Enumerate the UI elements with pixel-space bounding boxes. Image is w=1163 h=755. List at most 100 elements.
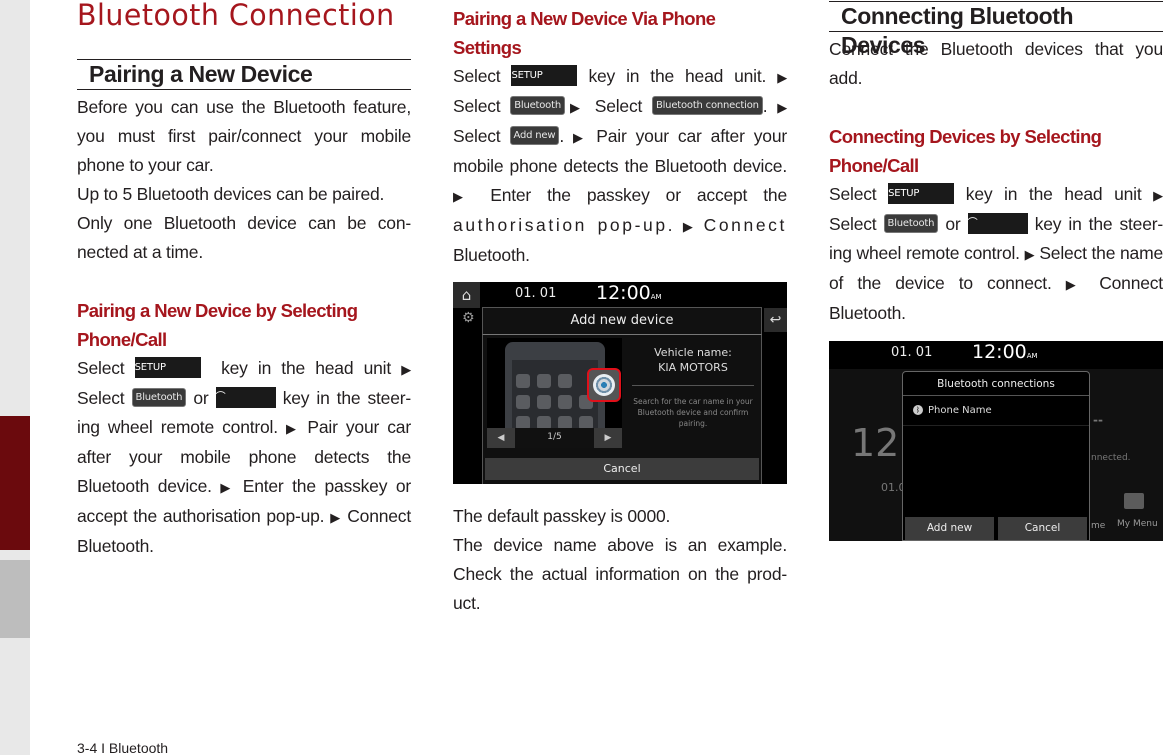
vehicle-info: Vehicle name: KIA MOTORS Search for the … [628,345,758,429]
bg-dashes: -- [1093,413,1103,427]
time-value: 12:00 [596,282,651,304]
call-key-icon: ⌒ [215,386,276,408]
popup-title: Bluetooth connections [903,372,1089,396]
bluetooth-button: Bluetooth [883,213,939,233]
cancel-screen-button: Cancel [998,517,1087,540]
step-text: Select [453,126,501,146]
side-chapter-marker [0,416,30,550]
bluetooth-connections-screenshot: 01. 01 12:00AM 12 01.0 -- nnected. me My… [829,341,1163,541]
step-text: Select [829,214,877,234]
step-text: Pair your car after your mobile phone de… [453,126,787,176]
settings-gear-icon: ⚙ [462,310,475,326]
add-new-button: Add new [509,125,560,145]
sub-heading: Pairing a New Device by Selecting Phone/… [77,300,358,350]
setup-key: SETUP [888,182,955,204]
arrow-icon: ▶ [220,480,235,495]
home-icon: ⌂ [453,282,480,308]
side-section-marker [0,560,30,638]
bg-me: me [1091,521,1106,531]
step-text: or [945,214,961,234]
step-text: Select [77,358,125,378]
add-new-device-screenshot: ⌂ 01. 01 12:00AM ⚙ ↩ Add new device ◀ 1/… [453,282,787,484]
setup-key: SETUP [511,64,578,86]
arrow-icon: ▶ [777,70,788,85]
step-text: Select [594,96,643,116]
screen-date: 01. 01 [891,345,933,360]
arrow-icon: ▶ [573,130,588,145]
sub-heading: Connecting Devices by Selecting Phone/Ca… [829,126,1102,176]
time-value: 12:00 [972,341,1027,363]
arrow-icon: ▶ [1153,188,1163,203]
bg-status: nnected. [1091,453,1131,463]
prev-page-icon: ◀ [487,428,515,448]
screen-time: 12:00AM [972,341,1038,363]
intro-paragraph: Connect the Bluetooth devices that you a… [829,39,1163,88]
single-connection-note: Only one Bluetooth device can be con-nec… [77,213,411,262]
side-tab-strip [0,0,30,755]
bluetooth-connection-button: Bluetooth connection [651,95,763,115]
bluetooth-button: Bluetooth [131,387,187,407]
step-text: Enter the passkey or accept the [490,185,787,205]
arrow-icon: ▶ [682,219,696,234]
device-list-item: ᛒ Phone Name [903,396,1089,426]
divider [632,385,754,386]
column-notes: The default passkey is 0000. The device … [453,502,787,618]
arrow-icon: ▶ [564,100,585,115]
page-indicator: 1/5 [547,432,562,442]
back-icon: ↩ [764,308,787,332]
chapter-title: Bluetooth Connection [77,0,395,32]
app-grid [516,374,593,430]
my-menu-label: My Menu [1117,519,1158,529]
ampm: AM [650,293,662,301]
arrow-icon: ▶ [1065,277,1086,292]
step-text: or [193,388,209,408]
vehicle-name: KIA MOTORS [658,361,728,374]
setup-key: SETUP [134,356,201,378]
connecting-steps: Select SETUP key in the head unit ▶ Sele… [829,180,1163,328]
column-phone-settings: Pairing a New Device Via Phone Settings … [453,4,787,270]
step-text: Select [453,96,501,116]
section-heading: Pairing a New Device [77,59,411,90]
phone-settings-steps: Select SETUP key in the head unit. ▶ Sel… [453,64,788,265]
next-page-icon: ▶ [594,428,622,448]
vehicle-label: Vehicle name: [654,346,732,359]
sub-heading: Pairing a New Device Via Phone Settings [453,8,716,58]
column-connecting: Connecting Bluetooth Devices Connect the… [829,1,1163,328]
screen-date: 01. 01 [515,286,557,301]
step-text: Select [829,184,877,204]
screen-cancel-button: Cancel [485,458,759,480]
device-name: Phone Name [928,405,992,416]
step-text: key in the head unit [221,358,391,378]
step-text: key in the head unit [965,184,1142,204]
phone-illustration: ◀ 1/5 ▶ [487,338,622,448]
section-heading: Connecting Bluetooth Devices [829,1,1163,58]
bluetooth-icon: ᛒ [913,405,923,415]
screen-time: 12:00AM [596,282,662,304]
arrow-icon: ▶ [286,421,300,436]
step-text: Connect [703,215,787,235]
step-text: Bluetooth. [453,245,530,265]
screen-title: Add new device [482,307,762,335]
passkey-note: The default passkey is 0000. [453,506,671,526]
add-new-screen-button: Add new [905,517,994,540]
page-footer: 3-4 I Bluetooth [77,740,169,755]
my-menu-folder-icon [1124,493,1144,509]
device-name-note: The device name above is an example. Che… [453,535,787,613]
call-key-icon: ⌒ [967,212,1028,234]
popup-buttons: Add new Cancel [905,517,1087,540]
phone-screen [512,360,598,430]
screen-panel: ◀ 1/5 ▶ Vehicle name: KIA MOTORS Search … [482,335,762,484]
bluetooth-button: Bluetooth [510,95,565,115]
pairing-steps: Select SETUP key in the head unit ▶ Sele… [77,354,411,561]
arrow-icon: ▶ [777,100,787,115]
arrow-icon: ▶ [401,362,411,377]
paired-limit-note: Up to 5 Bluetooth devices can be paired. [77,184,385,204]
arrow-icon: ▶ [330,510,342,525]
arrow-icon: ▶ [453,189,475,204]
pairing-hint: Search for the car name in your Bluetoot… [633,397,753,428]
step-text: key in the head unit. [588,66,767,86]
step-text: Select [77,388,125,408]
step-text: authorisation pop-up. [453,215,676,235]
ampm: AM [1026,352,1038,360]
column-pairing: Pairing a New Device Before you can use … [77,59,411,561]
